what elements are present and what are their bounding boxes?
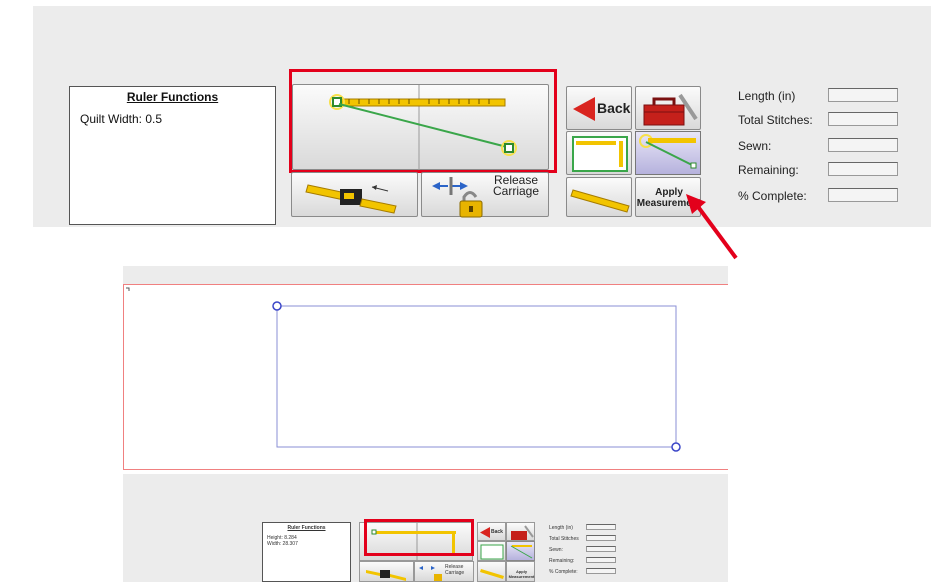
ruler-icon [570,189,630,213]
mini-total-stitches-label: Total Stitches [549,536,579,542]
length-label: Length (in) [738,89,796,103]
mini-ruler-functions-title: Ruler Functions [287,525,326,531]
tape-measure-icon [305,184,397,214]
quilt-width-value: Quilt Width: 0.5 [80,112,163,126]
mini-line-ruler-button[interactable] [506,541,535,561]
mini-complete-label: % Complete: [549,569,578,575]
mini-red-arrow-icon [480,527,490,538]
mini-back-button[interactable]: Back [477,522,506,541]
mini-ruler-button[interactable] [477,561,506,582]
mini-ruler-icon [480,569,504,579]
rectangle-shape [126,287,681,452]
quilt-canvas[interactable] [123,284,728,470]
mini-rectangle-ruler-button[interactable] [477,541,506,561]
toolbox-icon [643,93,698,126]
mini-length-field [586,524,616,530]
mini-tape-measure-button[interactable] [359,561,414,582]
total-stitches-label: Total Stitches: [738,113,813,127]
mini-tape-measure-icon [366,570,406,581]
complete-label: % Complete: [738,189,807,203]
mini-rectangle-icon [480,544,504,560]
mini-width-value: Width: 28.307 [267,541,298,547]
red-arrow-icon [573,97,595,121]
ruler-functions-box: Ruler Functions Quilt Width: 0.5 [69,86,276,225]
mini-release-carriage-label: Release Carriage [445,564,465,576]
mini-ruler-line-icon [510,545,533,559]
mini-sewn-field [586,546,616,552]
toolbox-button[interactable] [635,86,701,130]
mini-apply-measurement-label: Apply Measurement [508,569,535,579]
ruler-button[interactable] [566,177,632,217]
mini-remaining-label: Remaining: [549,558,575,564]
mini-remaining-field [586,557,616,563]
complete-field [828,188,898,202]
total-stitches-field [828,112,898,126]
mini-padlock-icon [419,566,442,581]
back-label: Back [597,100,631,116]
rectangle-ruler-button[interactable] [566,131,632,175]
red-pointer-arrow-icon [686,194,738,260]
sewn-label: Sewn: [738,139,772,153]
remaining-field [828,162,898,176]
mini-ruler-functions-box: Ruler Functions Height: 8.284 Width: 28.… [262,522,351,582]
ruler-line-icon [639,134,697,169]
mini-toolbox-button[interactable] [506,522,535,541]
highlight-frame [289,69,557,173]
mini-length-label: Length (in) [549,525,573,531]
ruler-functions-title: Ruler Functions [126,90,219,104]
mini-highlight-frame [364,519,474,556]
back-button[interactable]: Back [566,86,632,130]
release-carriage-button[interactable]: Release Carriage [421,172,549,218]
line-ruler-button[interactable] [635,131,701,175]
mini-back-label: Back [491,529,503,535]
canvas-header-bar [123,266,728,284]
remaining-label: Remaining: [738,163,799,177]
mini-total-stitches-field [586,535,616,541]
tape-measure-button[interactable] [291,172,418,217]
rectangle-icon [572,136,628,172]
mini-apply-measurement-button[interactable]: Apply Measurement [506,561,535,582]
sewn-field [828,138,898,152]
mini-complete-field [586,568,616,574]
mini-toolbox-icon [511,525,534,540]
length-field [828,88,898,102]
mini-sewn-label: Sewn: [549,547,563,553]
mini-release-carriage-button[interactable]: Release Carriage [414,561,474,582]
release-carriage-label: Release Carriage [492,173,540,198]
